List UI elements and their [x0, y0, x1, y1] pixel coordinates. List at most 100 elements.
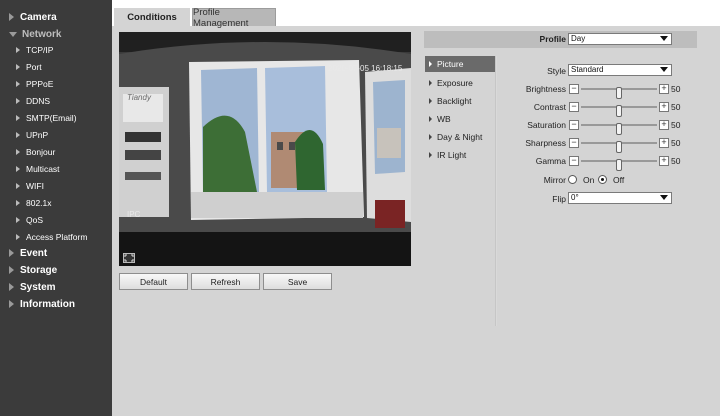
slider-thumb[interactable]	[616, 123, 622, 135]
brightness-label: Brightness	[525, 84, 566, 94]
profile-select[interactable]: Day	[568, 33, 672, 45]
slider-track[interactable]	[581, 141, 657, 153]
nav-item-tcpip[interactable]: TCP/IP	[0, 42, 112, 58]
refresh-button[interactable]: Refresh	[191, 273, 260, 290]
nav-item-qos[interactable]: QoS	[0, 212, 112, 228]
bullet-icon	[429, 61, 432, 67]
bullet-icon	[16, 234, 20, 240]
nav-item-8021x[interactable]: 802.1x	[0, 195, 112, 211]
nav-item-pppoe[interactable]: PPPoE	[0, 76, 112, 92]
submenu-picture[interactable]: Picture	[425, 56, 495, 72]
submenu-exposure[interactable]: Exposure	[425, 75, 495, 91]
mirror-off-radio[interactable]	[598, 175, 607, 184]
slider-track[interactable]	[581, 159, 657, 171]
gamma-value: 50	[671, 156, 681, 166]
plus-button[interactable]: +	[659, 156, 669, 166]
style-select[interactable]: Standard	[568, 64, 672, 76]
fullscreen-icon[interactable]	[123, 253, 135, 263]
live-video-preview[interactable]: 2020-07-05 16:18:15 Tiandy IPC	[119, 32, 411, 266]
slider-thumb[interactable]	[616, 105, 622, 117]
bullet-icon	[16, 98, 20, 104]
minus-button[interactable]: −	[569, 84, 579, 94]
main-panel: Conditions Profile Management 2020-07-05…	[112, 0, 720, 416]
tab-bar: Conditions Profile Management	[112, 0, 720, 29]
bullet-icon	[16, 149, 20, 155]
plus-button[interactable]: +	[659, 138, 669, 148]
bullet-icon	[16, 47, 20, 53]
nav-item-ddns[interactable]: DDNS	[0, 93, 112, 109]
video-channel-label: IPC	[127, 210, 141, 219]
flip-select[interactable]: 0°	[568, 192, 672, 204]
nav-item-bonjour[interactable]: Bonjour	[0, 144, 112, 160]
profile-bar: Profile Day	[424, 31, 697, 48]
submenu-ir-light[interactable]: IR Light	[425, 147, 495, 163]
bullet-icon	[16, 217, 20, 223]
slider-thumb[interactable]	[616, 159, 622, 171]
bullet-icon	[16, 200, 20, 206]
bullet-icon	[16, 81, 20, 87]
minus-button[interactable]: −	[569, 102, 579, 112]
mirror-on-label: On	[583, 175, 595, 185]
nav-camera[interactable]: Camera	[0, 9, 112, 25]
tab-conditions[interactable]: Conditions	[114, 8, 190, 26]
nav-storage[interactable]: Storage	[0, 262, 112, 278]
nav-item-multicast[interactable]: Multicast	[0, 161, 112, 177]
contrast-value: 50	[671, 102, 681, 112]
minus-button[interactable]: −	[569, 120, 579, 130]
mirror-on-radio[interactable]	[568, 175, 577, 184]
minus-button[interactable]: −	[569, 138, 579, 148]
sharpness-label: Sharpness	[525, 138, 566, 148]
sidebar: Camera Network TCP/IP Port PPPoE DDNS SM…	[0, 0, 112, 416]
plus-button[interactable]: +	[659, 84, 669, 94]
slider-track[interactable]	[581, 87, 657, 99]
nav-item-upnp[interactable]: UPnP	[0, 127, 112, 143]
contrast-label: Contrast	[533, 102, 566, 112]
bullet-icon	[16, 132, 20, 138]
slider-track[interactable]	[581, 105, 657, 117]
bullet-icon	[429, 152, 432, 158]
nav-event[interactable]: Event	[0, 245, 112, 261]
caret-right-icon	[9, 13, 14, 21]
nav-system[interactable]: System	[0, 279, 112, 295]
nav-item-smtp[interactable]: SMTP(Email)	[0, 110, 112, 126]
bullet-icon	[429, 116, 432, 122]
video-timestamp: 2020-07-05 16:18:15	[328, 64, 403, 73]
submenu-wb[interactable]: WB	[425, 111, 495, 127]
minus-button[interactable]: −	[569, 156, 579, 166]
brightness-value: 50	[671, 84, 681, 94]
slider-track[interactable]	[581, 123, 657, 135]
slider-thumb[interactable]	[616, 141, 622, 153]
mirror-off-label: Off	[613, 175, 625, 185]
chevron-down-icon	[660, 195, 668, 200]
gamma-label: Gamma	[535, 156, 566, 166]
bullet-icon	[429, 134, 432, 140]
bullet-icon	[16, 183, 20, 189]
caret-right-icon	[9, 266, 14, 274]
tab-profile-management[interactable]: Profile Management	[192, 7, 276, 29]
nav-information[interactable]: Information	[0, 296, 112, 312]
plus-button[interactable]: +	[659, 102, 669, 112]
plus-button[interactable]: +	[659, 120, 669, 130]
save-button[interactable]: Save	[263, 273, 332, 290]
submenu-day-night[interactable]: Day & Night	[425, 129, 495, 145]
caret-right-icon	[9, 300, 14, 308]
style-label: Style	[547, 66, 566, 76]
bullet-icon	[16, 115, 20, 121]
chevron-down-icon	[660, 36, 668, 41]
slider-thumb[interactable]	[616, 87, 622, 99]
bullet-icon	[16, 166, 20, 172]
flip-label: Flip	[552, 194, 566, 204]
nav-item-wifi[interactable]: WIFI	[0, 178, 112, 194]
submenu-backlight[interactable]: Backlight	[425, 93, 495, 109]
default-button[interactable]: Default	[119, 273, 188, 290]
nav-item-port[interactable]: Port	[0, 59, 112, 75]
caret-right-icon	[9, 283, 14, 291]
bullet-icon	[16, 64, 20, 70]
bullet-icon	[429, 98, 432, 104]
saturation-value: 50	[671, 120, 681, 130]
vertical-divider	[495, 56, 497, 326]
caret-right-icon	[9, 249, 14, 257]
caret-down-icon	[9, 31, 17, 37]
nav-item-access-platform[interactable]: Access Platform	[0, 229, 112, 245]
nav-network[interactable]: Network	[0, 26, 112, 42]
